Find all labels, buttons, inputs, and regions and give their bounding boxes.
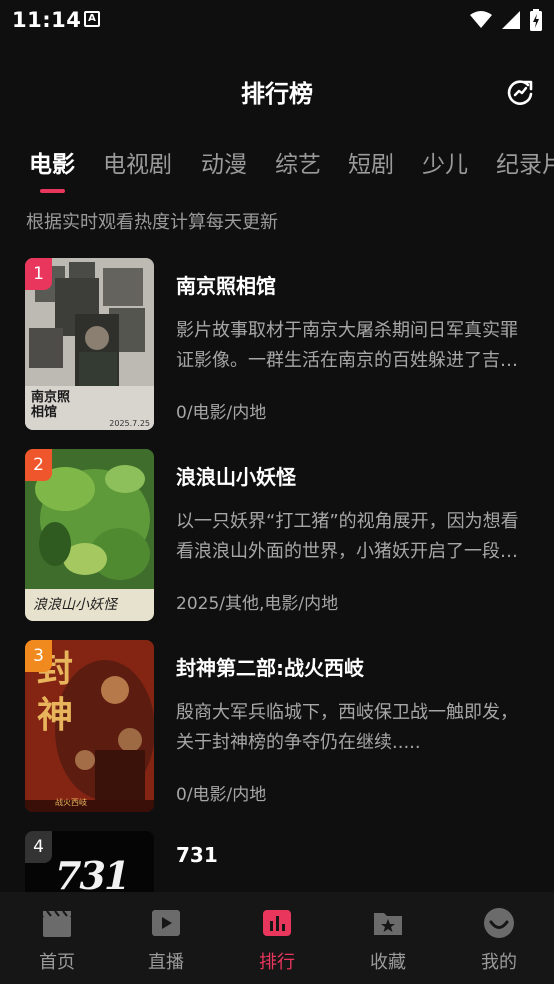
play-icon bbox=[152, 910, 180, 936]
ranking-item[interactable]: 731 4 731 bbox=[0, 831, 554, 892]
item-meta: 0/电影/内地 bbox=[176, 785, 267, 805]
ranking-chart-icon bbox=[263, 910, 291, 936]
tab-short-drama[interactable]: 短剧 bbox=[348, 145, 394, 179]
item-meta: 2025/其他,电影/内地 bbox=[176, 594, 339, 614]
nav-label: 我的 bbox=[481, 952, 517, 973]
item-meta: 0/电影/内地 bbox=[176, 403, 267, 423]
nav-home[interactable]: 首页 bbox=[2, 892, 112, 984]
nav-live[interactable]: 直播 bbox=[111, 892, 221, 984]
nav-label: 首页 bbox=[39, 952, 75, 973]
refresh-icon[interactable] bbox=[504, 77, 536, 109]
ranking-item[interactable]: 浪浪山小妖怪 2 浪浪山小妖怪 以一只妖界“打工猪”的视角展开，因为想看看浪浪山… bbox=[0, 449, 554, 621]
nav-label: 直播 bbox=[148, 952, 184, 973]
active-tab-indicator bbox=[40, 189, 65, 193]
rank-badge: 1 bbox=[25, 258, 52, 290]
category-tabs: 电影 电视剧 动漫 综艺 短剧 少儿 纪录片 bbox=[0, 145, 554, 185]
notification-icon: A bbox=[84, 11, 100, 27]
item-description: 影片故事取材于南京大屠杀期间日军真实罪证影像。一群生活在南京的百姓躲进了吉祥照相… bbox=[176, 320, 518, 371]
smile-profile-icon bbox=[484, 908, 514, 938]
rank-badge: 2 bbox=[25, 449, 52, 481]
item-title: 731 bbox=[176, 843, 218, 867]
poster-title: 南京照相馆 bbox=[31, 390, 71, 420]
ranking-list: 南京照相馆 2025.7.25 1 南京照相馆 影片故事取材于南京大屠杀期间日军… bbox=[0, 258, 554, 892]
rank-badge: 4 bbox=[25, 831, 52, 863]
tab-kids[interactable]: 少儿 bbox=[422, 145, 468, 179]
poster-caption: 战火西岐 bbox=[55, 798, 87, 807]
status-bar: 11:14 A bbox=[0, 0, 554, 40]
item-title: 南京照相馆 bbox=[176, 274, 276, 298]
ranking-item[interactable]: 封神 战火西岐 3 封神第二部:战火西岐 殷商大军兵临城下，西岐保卫战一触即发，… bbox=[0, 640, 554, 812]
tab-anime[interactable]: 动漫 bbox=[201, 145, 247, 179]
poster-title: 浪浪山小妖怪 bbox=[33, 597, 117, 613]
item-description: 以一只妖界“打工猪”的视角展开，因为想看看浪浪山外面的世界，小猪妖开启了一段冒险 bbox=[176, 511, 519, 562]
battery-charging-icon bbox=[530, 9, 542, 31]
ranking-description: 根据实时观看热度计算每天更新 bbox=[26, 212, 278, 233]
item-description: 殷商大军兵临城下，西岐保卫战一触即发，关于封神榜的争夺仍在继续..... bbox=[176, 702, 518, 753]
poster-title: 731 bbox=[55, 853, 130, 892]
poster-image: 封神 战火西岐 3 bbox=[25, 640, 154, 812]
rank-badge: 3 bbox=[25, 640, 52, 672]
bottom-navigation: 首页 直播 排行 收藏 我的 bbox=[0, 892, 554, 984]
status-time: 11:14 bbox=[12, 8, 82, 32]
poster-image: 浪浪山小妖怪 2 bbox=[25, 449, 154, 621]
star-folder-icon bbox=[374, 913, 402, 935]
ranking-item[interactable]: 南京照相馆 2025.7.25 1 南京照相馆 影片故事取材于南京大屠杀期间日军… bbox=[0, 258, 554, 430]
status-icons bbox=[470, 9, 542, 31]
page-title: 排行榜 bbox=[241, 80, 313, 108]
nav-ranking[interactable]: 排行 bbox=[222, 892, 332, 984]
tab-documentary[interactable]: 纪录片 bbox=[496, 145, 554, 179]
item-title: 浪浪山小妖怪 bbox=[176, 465, 296, 489]
poster-release-date: 2025.7.25 bbox=[109, 419, 150, 428]
wifi-icon bbox=[470, 11, 492, 28]
tab-variety[interactable]: 综艺 bbox=[275, 145, 321, 179]
poster-image: 731 4 bbox=[25, 831, 154, 892]
clapperboard-icon bbox=[43, 910, 71, 937]
tab-tv-series[interactable]: 电视剧 bbox=[103, 145, 172, 179]
signal-icon bbox=[502, 11, 520, 29]
item-title: 封神第二部:战火西岐 bbox=[176, 656, 364, 680]
nav-label: 收藏 bbox=[370, 952, 406, 973]
nav-favorites[interactable]: 收藏 bbox=[333, 892, 443, 984]
poster-image: 南京照相馆 2025.7.25 1 bbox=[25, 258, 154, 430]
nav-label: 排行 bbox=[259, 952, 295, 973]
nav-profile[interactable]: 我的 bbox=[444, 892, 554, 984]
tab-movie[interactable]: 电影 bbox=[29, 145, 75, 179]
